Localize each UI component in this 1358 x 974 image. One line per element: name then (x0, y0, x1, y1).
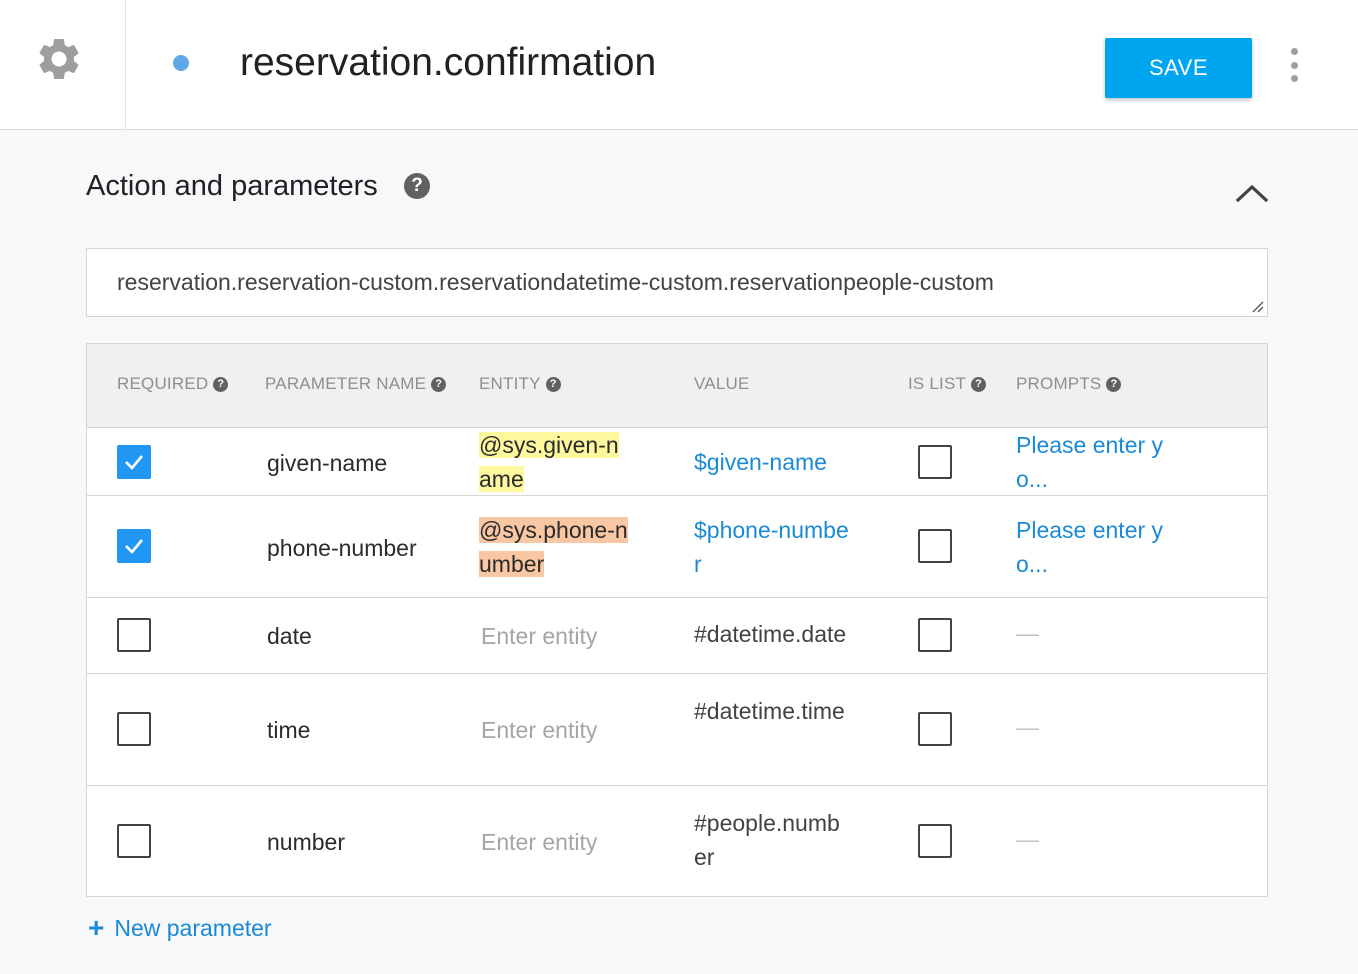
help-icon[interactable]: ? (431, 376, 447, 392)
parameter-name[interactable]: time (267, 713, 310, 747)
value-field[interactable]: $phone-number (694, 513, 852, 581)
new-parameter-button[interactable]: + New parameter (88, 914, 272, 942)
entity-field[interactable]: @sys.phone-number (479, 513, 629, 581)
prompts-empty: — (1016, 620, 1039, 646)
more-dot (1290, 61, 1298, 69)
column-label: ENTITY (479, 374, 541, 393)
parameter-name[interactable]: given-name (267, 446, 387, 480)
is-list-checkbox[interactable] (918, 712, 952, 746)
required-checkbox[interactable] (117, 824, 151, 858)
is-list-checkbox[interactable] (918, 529, 952, 563)
column-header-value: VALUE (694, 374, 750, 394)
new-parameter-label: New parameter (114, 914, 272, 941)
column-label: PARAMETER NAME (265, 374, 427, 393)
entity-input[interactable]: Enter entity (481, 619, 597, 653)
table-row: given-name @sys.given-name $given-name P… (87, 428, 1267, 496)
is-list-checkbox[interactable] (918, 445, 952, 479)
save-button[interactable]: SAVE (1105, 38, 1252, 98)
value-field[interactable]: #people.number (694, 806, 852, 874)
required-checkbox[interactable] (117, 445, 151, 479)
value-field[interactable]: #datetime.date (694, 617, 852, 651)
is-list-checkbox[interactable] (918, 824, 952, 858)
intent-name[interactable]: reservation.confirmation (240, 38, 656, 88)
help-icon[interactable]: ? (404, 173, 430, 199)
settings-cell[interactable] (0, 0, 126, 130)
action-name-value: reservation.reservation-custom.reservati… (117, 269, 994, 295)
parameter-name[interactable]: date (267, 619, 312, 653)
required-checkbox[interactable] (117, 529, 151, 563)
table-row: number Enter entity #people.number — (87, 786, 1267, 896)
check-icon (125, 539, 143, 554)
entity-value: @sys.given-name (479, 432, 619, 492)
plus-icon: + (88, 912, 105, 943)
entity-input[interactable]: Enter entity (481, 825, 597, 859)
gear-icon[interactable] (34, 34, 84, 84)
prompts-empty: — (1016, 714, 1039, 740)
column-label: IS LIST (908, 374, 967, 393)
column-header-parameter-name: PARAMETER NAME? (265, 374, 447, 394)
prompts-empty: — (1016, 826, 1039, 852)
parameter-name[interactable]: phone-number (267, 531, 417, 565)
help-icon[interactable]: ? (545, 376, 561, 392)
is-list-checkbox[interactable] (918, 618, 952, 652)
value-field[interactable]: #datetime.time (694, 694, 852, 728)
prompts-link[interactable]: Please enter yo... (1016, 513, 1166, 581)
table-header: REQUIRED? PARAMETER NAME? ENTITY? VALUE … (87, 344, 1267, 428)
column-header-entity: ENTITY? (479, 374, 561, 394)
required-checkbox[interactable] (117, 618, 151, 652)
column-header-is-list: IS LIST? (908, 374, 987, 394)
section-title: Action and parameters (86, 170, 378, 202)
entity-field[interactable]: @sys.given-name (479, 428, 629, 496)
prompts-link[interactable]: Please enter yo... (1016, 428, 1166, 496)
top-bar: reservation.confirmation SAVE (0, 0, 1358, 130)
chevron-up-icon[interactable] (1234, 180, 1270, 206)
column-label: VALUE (694, 374, 750, 393)
resize-handle-icon[interactable] (1252, 301, 1264, 313)
column-header-required: REQUIRED? (117, 374, 229, 394)
more-dot (1290, 75, 1298, 82)
column-header-prompts: PROMPTS? (1016, 374, 1122, 394)
more-vert-icon[interactable] (1281, 48, 1307, 82)
status-dot (173, 55, 189, 71)
value-field[interactable]: $given-name (694, 445, 852, 479)
table-row: date Enter entity #datetime.date — (87, 598, 1267, 674)
entity-input[interactable]: Enter entity (481, 713, 597, 747)
action-name-input[interactable]: reservation.reservation-custom.reservati… (86, 248, 1268, 317)
entity-value: @sys.phone-number (479, 517, 628, 577)
column-label: REQUIRED (117, 374, 209, 393)
table-row: time Enter entity #datetime.time — (87, 674, 1267, 786)
table-row: phone-number @sys.phone-number $phone-nu… (87, 496, 1267, 598)
help-icon[interactable]: ? (971, 376, 987, 392)
more-dot (1290, 48, 1298, 55)
required-checkbox[interactable] (117, 712, 151, 746)
help-icon[interactable]: ? (1106, 376, 1122, 392)
parameters-table: REQUIRED? PARAMETER NAME? ENTITY? VALUE … (86, 343, 1268, 897)
check-icon (125, 455, 143, 470)
column-label: PROMPTS (1016, 374, 1102, 393)
help-icon[interactable]: ? (213, 376, 229, 392)
parameter-name[interactable]: number (267, 825, 345, 859)
